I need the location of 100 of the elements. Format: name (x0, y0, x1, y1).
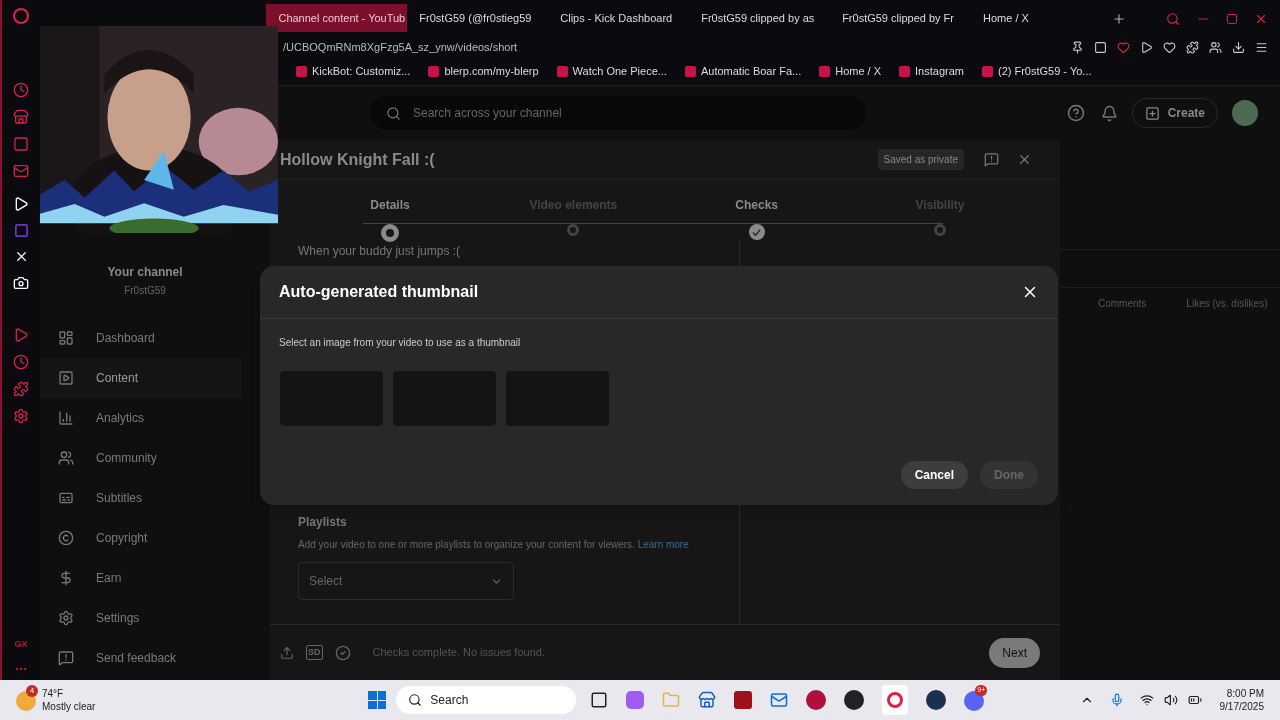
check-icon (752, 227, 762, 237)
nav-item[interactable]: Analytics (40, 398, 242, 438)
search-icon[interactable] (1165, 12, 1180, 26)
bookmark[interactable]: Watch One Piece... (556, 63, 667, 80)
nav-item[interactable]: Dashboard (40, 318, 242, 358)
bookmark-icon (899, 66, 911, 77)
menu-icon[interactable] (1255, 40, 1268, 54)
add-video-icon (1144, 105, 1160, 121)
maximize-icon[interactable] (1225, 13, 1238, 25)
start-icon[interactable] (368, 691, 387, 709)
dashboard-icon (58, 330, 74, 346)
pin-icon[interactable] (1071, 40, 1084, 54)
feedback-icon (58, 650, 74, 666)
nav-item[interactable]: Content (40, 358, 242, 398)
browser-tab[interactable]: Fr0stG59 clipped by as (689, 4, 831, 32)
settings-icon (58, 610, 74, 626)
bookmark-icon (556, 66, 568, 77)
browser-tab[interactable]: Clips - Kick Dashboard (548, 4, 690, 32)
wifi-icon[interactable] (1139, 693, 1154, 707)
taskbar-search[interactable]: Search (396, 686, 577, 714)
chart-icon (58, 410, 74, 426)
heart-icon[interactable] (1163, 40, 1176, 54)
avatar[interactable] (1232, 100, 1258, 126)
address-field[interactable]: /UCBOQmRNm8XgFzg5A_sz_ynw/videos/short (283, 38, 518, 56)
clock-icon[interactable] (13, 82, 29, 98)
weather-icon[interactable] (16, 691, 36, 711)
search-input[interactable]: Search across your channel (413, 104, 850, 122)
bell-icon[interactable] (1100, 104, 1118, 122)
nav-item[interactable]: Settings (40, 598, 242, 638)
mic-icon[interactable] (1109, 693, 1124, 707)
app-icon[interactable] (734, 691, 753, 709)
dialog-prompt: Select an image from your video to use as a thumbnail (279, 336, 522, 350)
temperature: 74°F (42, 687, 65, 700)
dialog-title: Auto-generated thumbnail (279, 282, 479, 302)
subtitles-icon (58, 490, 74, 506)
step-label[interactable]: Checks (735, 196, 778, 214)
bookmark[interactable]: KickBot: Customiz... (296, 63, 411, 80)
store-icon[interactable] (698, 691, 717, 709)
settings-icon[interactable] (13, 408, 29, 424)
cancel-button[interactable]: Cancel (900, 461, 968, 489)
play-icon[interactable] (13, 196, 29, 212)
clock-time[interactable]: 8:00 PM (1226, 687, 1264, 700)
dollar-icon (58, 570, 74, 586)
description-text: When your buddy just jumps :( (298, 243, 462, 260)
download-icon[interactable] (1232, 40, 1245, 54)
clock-icon[interactable] (13, 354, 29, 370)
nav-item[interactable]: Earn (40, 558, 242, 598)
nav-item[interactable]: Copyright (40, 518, 242, 558)
people-icon (58, 450, 74, 466)
next-button[interactable]: Next (989, 637, 1040, 668)
step-label[interactable]: Details (370, 196, 410, 214)
save-status: Saved as private (877, 149, 964, 170)
search-icon (386, 105, 401, 121)
browser-logo-icon[interactable] (13, 8, 29, 24)
clock-date[interactable]: 9/17/2025 (1219, 700, 1264, 713)
nav-item[interactable]: Send feedback (40, 638, 242, 678)
bookmark-icon (428, 66, 440, 77)
browser-icon[interactable] (882, 685, 909, 715)
upload-icon[interactable] (280, 645, 294, 660)
mail-icon[interactable] (13, 163, 29, 179)
help-icon[interactable] (1066, 104, 1085, 122)
weather-text: Mostly clear (42, 700, 96, 713)
browser-tab[interactable]: Fr0stG59 clipped by Fr (830, 4, 972, 32)
profile-icon[interactable] (1209, 40, 1222, 54)
learn-more-link[interactable]: Learn more (637, 539, 689, 550)
help-text: Add your video to one or more playlists to organize your content for viewers. Learn more (298, 538, 690, 552)
bookmark[interactable]: Automatic Boar Fa... (684, 63, 802, 80)
bookmark[interactable]: blerp.com/my-blerp (428, 63, 539, 80)
bookmark-icon (981, 66, 993, 77)
video-icon (58, 370, 74, 386)
checks-status: Checks complete. No issues found. (372, 645, 545, 661)
channel-name: Fr0stG59 (123, 284, 167, 298)
volume-icon[interactable] (1163, 693, 1178, 707)
new-tab-icon[interactable] (1111, 12, 1126, 26)
bookmark[interactable]: (2) Fr0stG59 - Yo... (981, 63, 1092, 80)
search-field[interactable]: Search across your channel (370, 96, 866, 130)
gx-label[interactable]: GX (14, 637, 28, 651)
battery-icon[interactable] (1187, 693, 1202, 707)
browser-tab[interactable]: Home / X (971, 4, 1112, 32)
section-heading: Playlists (298, 514, 348, 531)
search-icon (408, 693, 423, 707)
nav-item[interactable]: Subtitles (40, 478, 242, 518)
bookmark-icon (296, 66, 307, 77)
bookmark[interactable]: Instagram (899, 63, 964, 80)
playlist-select[interactable]: Select (298, 562, 514, 600)
video-title: Hollow Knight Fall :( (280, 149, 435, 170)
bookmark-icon (684, 66, 696, 77)
app-icon[interactable] (844, 690, 865, 710)
sd-badge: SD (306, 644, 323, 661)
play-icon[interactable] (1140, 40, 1153, 54)
feedback-icon[interactable] (984, 152, 999, 167)
browser-tab[interactable]: Fr0stG59 (@fr0stieg59 (407, 4, 549, 32)
browser-tab[interactable]: Channel content - YouTub (266, 4, 408, 32)
task-view-icon[interactable] (590, 691, 609, 709)
store-icon[interactable] (13, 109, 29, 125)
bookmark[interactable]: Home / X (819, 63, 882, 80)
nav-item[interactable]: Community (40, 438, 242, 478)
check-icon (334, 644, 351, 661)
bookmark-icon (819, 66, 831, 77)
mail-icon[interactable] (770, 691, 789, 709)
